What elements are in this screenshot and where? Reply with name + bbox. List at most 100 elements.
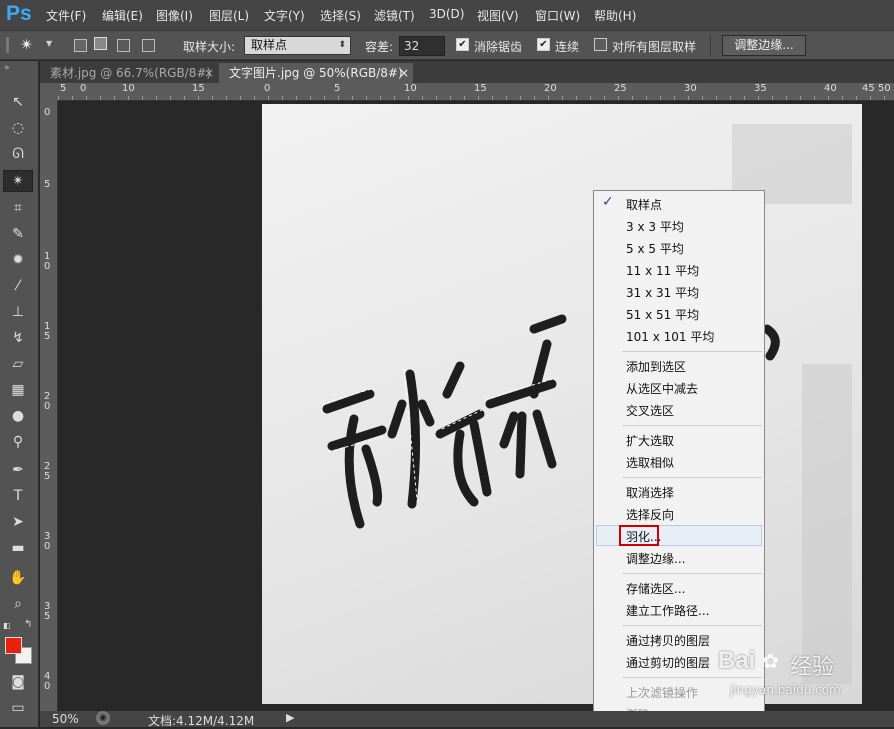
menu-item-feather[interactable]: 羽化... bbox=[626, 528, 661, 545]
quick-mask-icon[interactable]: ◙ bbox=[8, 672, 28, 692]
healing-brush-tool-icon[interactable]: ✹ bbox=[8, 250, 28, 270]
photoshop-logo: Ps bbox=[6, 2, 32, 25]
menu-item-layer-via-cut[interactable]: 通过剪切的图层 bbox=[626, 654, 710, 671]
collapse-icon[interactable]: » bbox=[4, 63, 10, 73]
ruler-tick-label: 30 bbox=[684, 83, 697, 94]
menu-item-51x51-average[interactable]: 51 x 51 平均 bbox=[626, 306, 699, 323]
options-bar: ✴ ▼ 取样大小: 取样点 ⬍ 容差: 32 ✔ 消除锯齿 ✔ 连续 对所有图层取… bbox=[0, 30, 894, 60]
menu-item-add-to-selection[interactable]: 添加到选区 bbox=[626, 358, 686, 375]
path-selection-tool-icon[interactable]: ➤ bbox=[8, 512, 28, 532]
paw-icon: ✿ bbox=[762, 649, 779, 673]
menu-item-subtract-from-selection[interactable]: 从选区中减去 bbox=[626, 380, 698, 397]
ruler-tick-label: 0 bbox=[44, 541, 51, 552]
ruler-tick-label: 0 bbox=[80, 83, 87, 94]
menu-file[interactable]: 文件(F) bbox=[46, 7, 86, 24]
menu-item-point-sample[interactable]: 取样点 bbox=[626, 196, 662, 213]
hand-tool-icon[interactable]: ✋ bbox=[8, 568, 28, 588]
intersect-selection-mode-icon[interactable] bbox=[142, 39, 155, 52]
tab-label: 素材.jpg @ 66.7%(RGB/8#) bbox=[50, 66, 212, 80]
ruler-tick-label: 5 bbox=[334, 83, 341, 94]
menu-view[interactable]: 视图(V) bbox=[477, 7, 519, 24]
updown-icon: ⬍ bbox=[338, 40, 346, 50]
pen-tool-icon[interactable]: ✒ bbox=[8, 460, 28, 480]
menu-item-3x3-average[interactable]: 3 x 3 平均 bbox=[626, 218, 684, 235]
swap-colors-icon[interactable]: ↰ bbox=[24, 619, 32, 630]
marquee-tool-icon[interactable]: ◌ bbox=[8, 118, 28, 138]
sample-size-label: 取样大小: bbox=[183, 40, 236, 54]
gradient-tool-icon[interactable]: ▦ bbox=[8, 380, 28, 400]
contiguous-checkbox[interactable]: ✔ bbox=[537, 38, 550, 51]
subtract-selection-mode-icon[interactable] bbox=[117, 39, 130, 52]
contiguous-label: 连续 bbox=[555, 40, 580, 54]
refine-edge-button[interactable]: 调整边缘... bbox=[722, 35, 806, 56]
menu-item-make-work-path[interactable]: 建立工作路径... bbox=[626, 602, 709, 619]
default-colors-icon[interactable]: ◧ bbox=[3, 621, 11, 630]
chevron-down-icon[interactable]: ▼ bbox=[46, 39, 52, 48]
ruler-tick-label: 5 bbox=[44, 611, 51, 622]
menu-edit[interactable]: 编辑(E) bbox=[102, 7, 143, 24]
menu-item-save-selection[interactable]: 存储选区... bbox=[626, 580, 685, 597]
menu-item-11x11-average[interactable]: 11 x 11 平均 bbox=[626, 262, 699, 279]
menu-item-refine-edge[interactable]: 调整边缘... bbox=[626, 550, 685, 567]
magic-wand-tool-preset-icon[interactable]: ✴ bbox=[20, 35, 33, 54]
zoom-level[interactable]: 50% bbox=[52, 712, 79, 726]
history-brush-tool-icon[interactable]: ↯ bbox=[8, 328, 28, 348]
menu-item-layer-via-copy[interactable]: 通过拷贝的图层 bbox=[626, 632, 710, 649]
brush-tool-icon[interactable]: ⁄ bbox=[8, 276, 28, 296]
foreground-color-swatch[interactable] bbox=[5, 637, 22, 654]
menu-layer[interactable]: 图层(L) bbox=[209, 7, 249, 24]
eyedropper-tool-icon[interactable]: ✎ bbox=[8, 224, 28, 244]
menu-type[interactable]: 文字(Y) bbox=[264, 7, 305, 24]
tab-text-image[interactable]: 文字图片.jpg @ 50%(RGB/8#) × bbox=[219, 63, 413, 83]
menu-window[interactable]: 窗口(W) bbox=[535, 7, 580, 24]
new-selection-mode-icon[interactable] bbox=[74, 39, 87, 52]
crop-tool-icon[interactable]: ⌗ bbox=[8, 198, 28, 218]
checkmark-icon: ✓ bbox=[602, 194, 614, 210]
menu-3d[interactable]: 3D(D) bbox=[429, 7, 464, 21]
menu-item-grow[interactable]: 扩大选取 bbox=[626, 432, 674, 449]
tools-panel: » ↖ ◌ ᘏ ✴ ⌗ ✎ ✹ ⁄ ⊥ ↯ ▱ ▦ ● ⚲ ✒ T ➤ ▬ ✋ … bbox=[0, 61, 39, 727]
menu-filter[interactable]: 滤镜(T) bbox=[374, 7, 415, 24]
menu-item-31x31-average[interactable]: 31 x 31 平均 bbox=[626, 284, 699, 301]
divider bbox=[710, 35, 711, 56]
add-to-selection-mode-icon[interactable] bbox=[94, 37, 107, 50]
menu-item-intersect-selection[interactable]: 交叉选区 bbox=[626, 402, 674, 419]
screen-mode-icon[interactable]: ▭ bbox=[8, 698, 28, 718]
blur-tool-icon[interactable]: ● bbox=[8, 406, 28, 426]
lasso-tool-icon[interactable]: ᘏ bbox=[8, 144, 28, 164]
menu-image[interactable]: 图像(I) bbox=[156, 7, 193, 24]
menu-item-deselect[interactable]: 取消选择 bbox=[626, 484, 674, 501]
eraser-tool-icon[interactable]: ▱ bbox=[8, 354, 28, 374]
clone-stamp-tool-icon[interactable]: ⊥ bbox=[8, 302, 28, 322]
move-tool-icon[interactable]: ↖ bbox=[8, 92, 28, 112]
sample-size-select[interactable]: 取样点 ⬍ bbox=[244, 36, 351, 55]
handwriting-selection-image bbox=[321, 124, 852, 684]
dodge-tool-icon[interactable]: ⚲ bbox=[8, 432, 28, 452]
tolerance-input[interactable]: 32 bbox=[399, 36, 445, 56]
menu-help[interactable]: 帮助(H) bbox=[594, 7, 636, 24]
status-menu-arrow-icon[interactable]: ▶ bbox=[286, 711, 294, 724]
close-icon[interactable]: × bbox=[204, 63, 214, 83]
ruler-tick-label: 45 bbox=[862, 83, 875, 94]
ruler-tick-label: 0 bbox=[44, 401, 51, 412]
ruler-tick-label: 0 bbox=[44, 261, 51, 272]
menu-item-5x5-average[interactable]: 5 x 5 平均 bbox=[626, 240, 684, 257]
zoom-tool-icon[interactable]: ⌕ bbox=[8, 594, 28, 614]
ruler-tick-label: 5 bbox=[44, 179, 51, 190]
menu-select[interactable]: 选择(S) bbox=[320, 7, 361, 24]
menu-item-101x101-average[interactable]: 101 x 101 平均 bbox=[626, 328, 714, 345]
menu-separator bbox=[622, 625, 762, 626]
type-tool-icon[interactable]: T bbox=[8, 486, 28, 506]
tab-source-image[interactable]: 素材.jpg @ 66.7%(RGB/8#) × bbox=[40, 63, 218, 83]
close-icon[interactable]: × bbox=[399, 63, 409, 83]
ruler-tick-label: 50 bbox=[878, 83, 891, 94]
menu-separator bbox=[622, 477, 762, 478]
antialias-checkbox[interactable]: ✔ bbox=[456, 38, 469, 51]
status-info-icon[interactable]: ◉ bbox=[96, 711, 110, 725]
all-layers-checkbox[interactable] bbox=[594, 38, 607, 51]
shape-tool-icon[interactable]: ▬ bbox=[8, 538, 28, 558]
document-canvas[interactable] bbox=[262, 104, 862, 704]
menu-item-select-inverse[interactable]: 选择反向 bbox=[626, 506, 674, 523]
magic-wand-tool-icon[interactable]: ✴ bbox=[3, 170, 33, 192]
menu-item-similar[interactable]: 选取相似 bbox=[626, 454, 674, 471]
